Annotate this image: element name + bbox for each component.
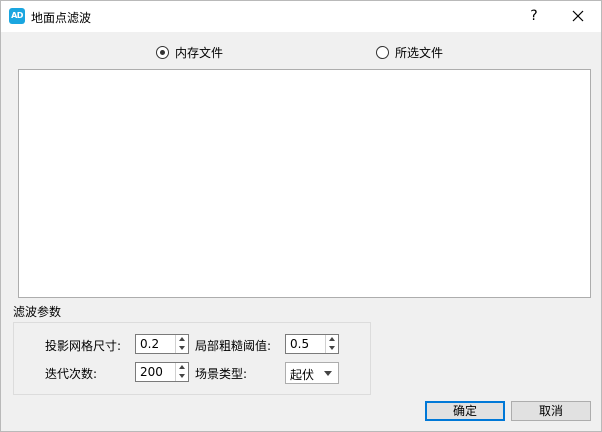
radio-button-unchecked[interactable]	[376, 46, 389, 59]
file-list[interactable]	[18, 69, 591, 298]
close-button[interactable]	[565, 3, 591, 29]
window-title: 地面点滤波	[31, 11, 92, 25]
iterations-label: 迭代次数:	[45, 367, 98, 381]
title-bar: AD 地面点滤波 ?	[1, 1, 601, 32]
spin-down-icon[interactable]	[176, 372, 188, 381]
grid-size-spinbox[interactable]: 0.2	[135, 334, 189, 354]
roughness-threshold-label: 局部粗糙阈值:	[195, 339, 272, 353]
spin-down-icon[interactable]	[176, 344, 188, 353]
scene-type-label: 场景类型:	[195, 367, 248, 381]
roughness-threshold-spinbox[interactable]: 0.5	[285, 334, 339, 354]
radio-selected-file-label: 所选文件	[395, 46, 444, 60]
roughness-threshold-stepper[interactable]	[325, 335, 338, 353]
dialog-window: AD 地面点滤波 ? 内存文件 所选文件 滤波参数 投影网格尺寸: 0.2 局部…	[0, 0, 602, 432]
spin-up-icon[interactable]	[326, 335, 338, 344]
filter-params-title: 滤波参数	[13, 305, 62, 319]
chevron-down-icon[interactable]	[324, 371, 332, 376]
close-icon	[572, 10, 584, 22]
radio-button-checked[interactable]	[156, 46, 169, 59]
grid-size-stepper[interactable]	[175, 335, 188, 353]
help-button[interactable]: ?	[521, 3, 547, 29]
radio-memory-file-label: 内存文件	[175, 46, 224, 60]
scene-type-value: 起伏	[290, 368, 315, 382]
spin-up-icon[interactable]	[176, 335, 188, 344]
iterations-spinbox[interactable]: 200	[135, 362, 189, 382]
radio-memory-file[interactable]: 内存文件	[156, 44, 223, 61]
filter-params-group	[13, 322, 371, 395]
ok-button[interactable]: 确定	[425, 401, 505, 421]
roughness-threshold-value: 0.5	[290, 337, 310, 351]
grid-size-label: 投影网格尺寸:	[45, 339, 122, 353]
iterations-value: 200	[140, 365, 163, 379]
scene-type-select[interactable]: 起伏	[285, 362, 339, 384]
cancel-button[interactable]: 取消	[511, 401, 591, 421]
grid-size-value: 0.2	[140, 337, 160, 351]
spin-up-icon[interactable]	[176, 363, 188, 372]
spin-down-icon[interactable]	[326, 344, 338, 353]
radio-selected-file[interactable]: 所选文件	[376, 44, 443, 61]
app-logo-icon: AD	[9, 8, 25, 24]
iterations-stepper[interactable]	[175, 363, 188, 381]
